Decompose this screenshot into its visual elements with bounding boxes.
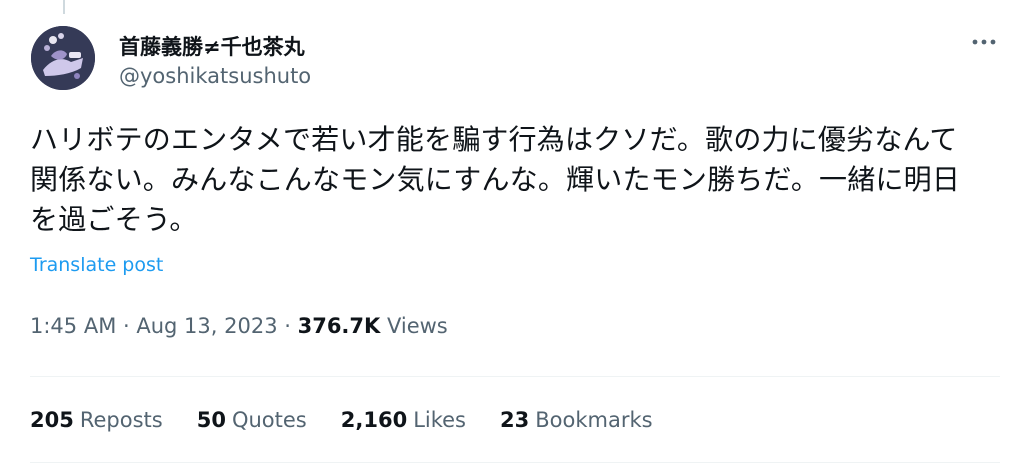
divider — [30, 462, 1000, 463]
views-label: Views — [380, 314, 448, 338]
author-handle[interactable]: @yoshikatsushuto — [119, 64, 311, 88]
quotes-count: 50 — [196, 408, 226, 432]
more-horizontal-icon — [972, 39, 996, 45]
thread-connector-line — [63, 0, 65, 14]
divider — [30, 376, 1000, 377]
tweet-detail: 首藤義勝≠千也茶丸 @yoshikatsushuto ハリボテのエンタメで若い才… — [0, 0, 1024, 471]
engagement-stats: 205 Reposts 50 Quotes 2,160 Likes 23 Boo… — [30, 408, 653, 432]
bookmarks-stat[interactable]: 23 Bookmarks — [500, 408, 653, 432]
meta-separator: · — [116, 314, 137, 338]
tweet-text-line: 関係ない。みんなこんなモン気にすんな。輝いたモン勝ちだ。一緒に明日 — [30, 163, 961, 196]
quotes-label: Quotes — [231, 408, 307, 432]
quotes-stat[interactable]: 50 Quotes — [197, 408, 307, 432]
reposts-count: 205 — [30, 408, 74, 432]
translate-post-link[interactable]: Translate post — [30, 254, 163, 276]
avatar-image — [31, 26, 95, 90]
reposts-label: Reposts — [79, 408, 163, 432]
more-options-button[interactable] — [968, 28, 1000, 56]
tweet-date[interactable]: Aug 13, 2023 — [136, 314, 277, 338]
tweet-text-line: を過ごそう。 — [30, 203, 198, 236]
tweet-text-line: ハリボテのエンタメで若い才能を騙す行為はクソだ。歌の力に優劣なんて — [30, 123, 958, 156]
tweet-time[interactable]: 1:45 AM — [30, 314, 116, 338]
reposts-stat[interactable]: 205 Reposts — [30, 408, 163, 432]
bookmarks-label: Bookmarks — [535, 408, 653, 432]
tweet-metadata: 1:45 AM · Aug 13, 2023 · 376.7K Views — [30, 314, 448, 338]
likes-count: 2,160 — [340, 408, 408, 432]
avatar[interactable] — [31, 26, 95, 90]
likes-label: Likes — [413, 408, 466, 432]
likes-stat[interactable]: 2,160 Likes — [341, 408, 466, 432]
bookmarks-count: 23 — [500, 408, 530, 432]
meta-separator: · — [277, 314, 298, 338]
views-count[interactable]: 376.7K — [298, 314, 381, 338]
tweet-text: ハリボテのエンタメで若い才能を騙す行為はクソだ。歌の力に優劣なんて 関係ない。み… — [30, 120, 1010, 240]
author-display-name[interactable]: 首藤義勝≠千也茶丸 — [119, 31, 305, 61]
